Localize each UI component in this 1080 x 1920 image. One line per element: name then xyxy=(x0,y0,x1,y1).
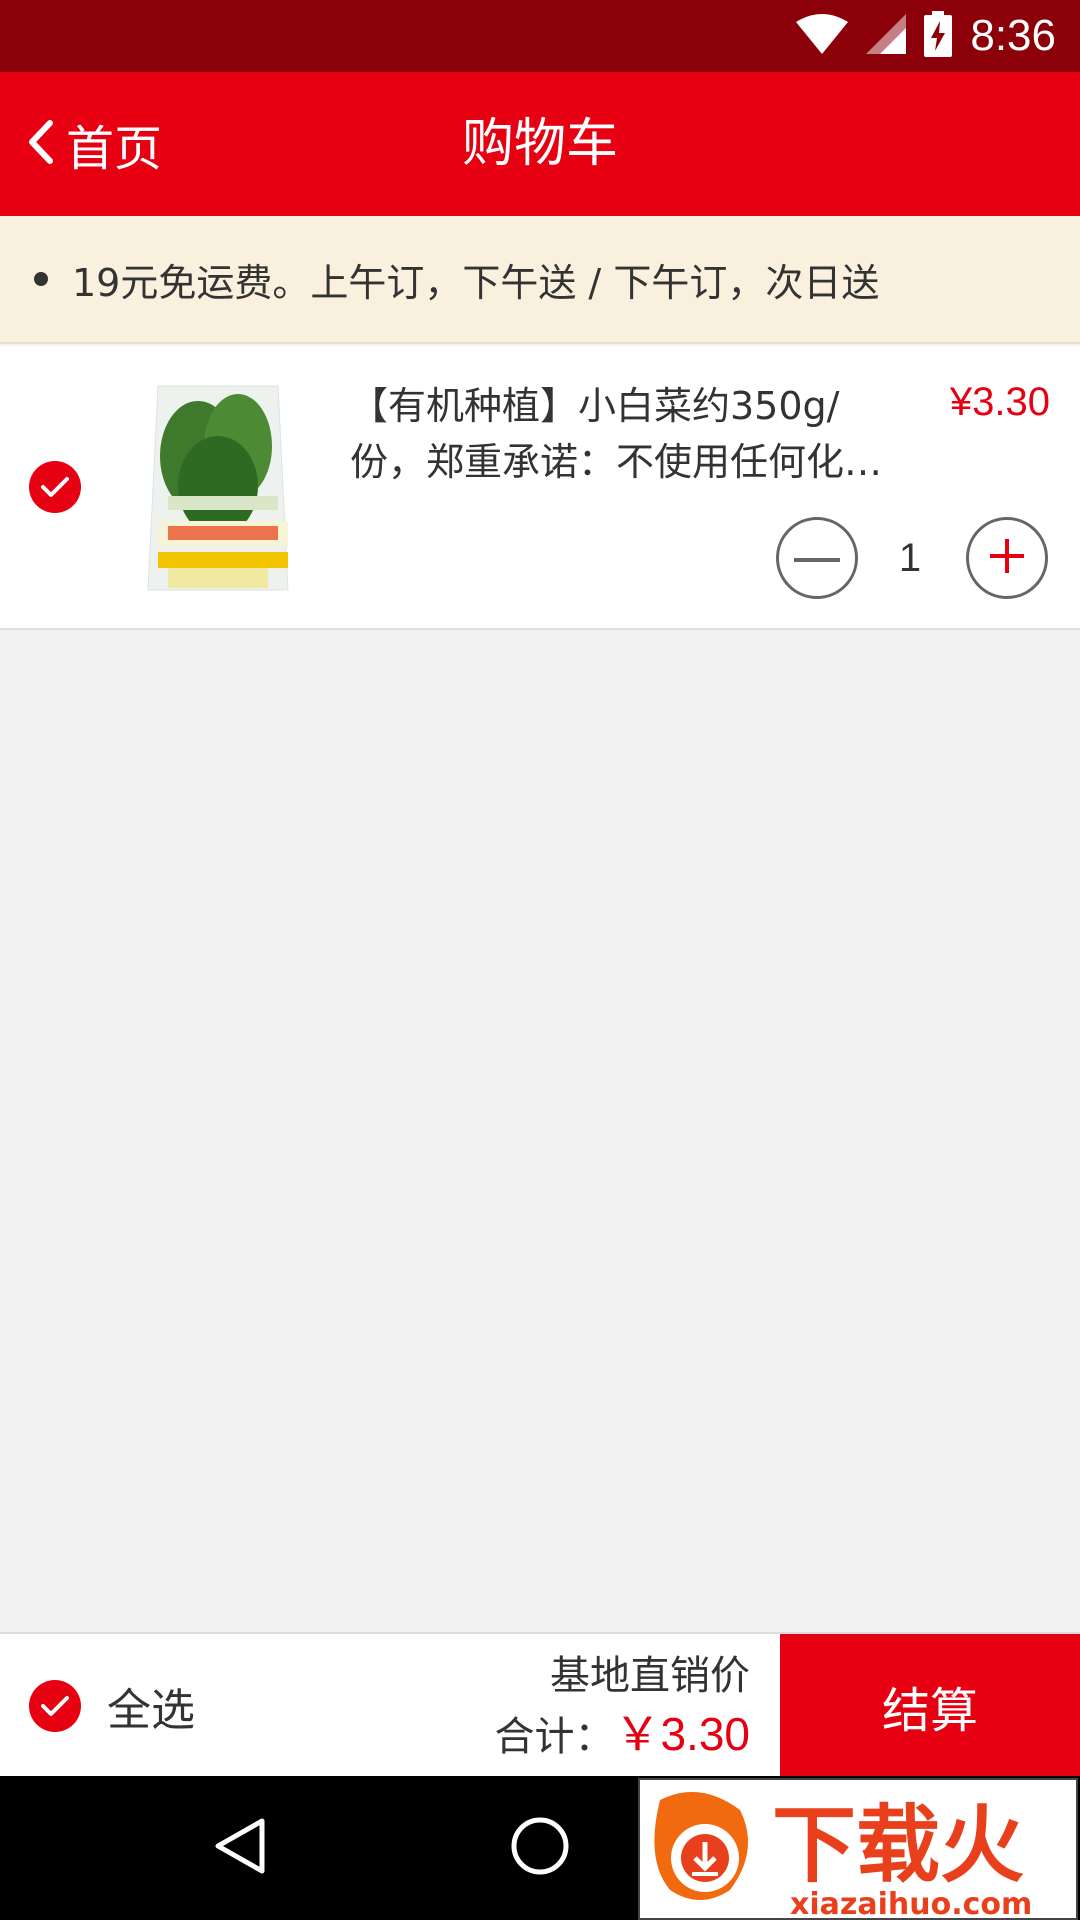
select-all-toggle[interactable]: 全选 xyxy=(29,1634,195,1778)
product-price: ¥3.30 xyxy=(949,380,1050,424)
nav-back-icon xyxy=(214,1817,266,1879)
check-icon xyxy=(29,1680,81,1732)
status-icons: 8:36 xyxy=(796,0,1056,72)
product-thumbnail[interactable] xyxy=(128,376,304,600)
back-chevron-icon xyxy=(26,119,56,169)
back-label: 首页 xyxy=(66,121,163,177)
watermark-logo: 下载火 xiazaihuo.com xyxy=(638,1778,1078,1920)
minus-icon xyxy=(794,549,840,568)
status-time: 8:36 xyxy=(970,11,1056,60)
notice-text: 19元免运费。上午订，下午送 / 下午订，次日送 xyxy=(72,260,880,305)
watermark-brand: 下载火 xyxy=(772,1796,1024,1894)
app-header: 首页 购物车 xyxy=(0,72,1080,216)
increase-quantity-button[interactable] xyxy=(966,517,1048,599)
quantity-value: 1 xyxy=(898,536,922,580)
total-line: 合计：￥3.30 xyxy=(494,1704,750,1767)
shipping-notice: 19元免运费。上午订，下午送 / 下午订，次日送 xyxy=(0,216,1080,344)
order-totals: 基地直销价 合计：￥3.30 xyxy=(494,1648,750,1767)
plus-icon xyxy=(990,539,1024,577)
item-checkbox[interactable] xyxy=(29,461,81,513)
nav-back-button[interactable] xyxy=(180,1776,300,1920)
watermark-url: xiazaihuo.com xyxy=(790,1887,1032,1920)
nav-home-icon xyxy=(510,1816,570,1880)
total-label: 合计： xyxy=(494,1714,615,1760)
decrease-quantity-button[interactable] xyxy=(776,517,858,599)
back-button[interactable]: 首页 xyxy=(26,72,162,216)
status-bar: 8:36 xyxy=(0,0,1080,72)
checkout-button[interactable]: 结算 xyxy=(780,1634,1080,1778)
select-all-label: 全选 xyxy=(107,1685,195,1736)
check-icon xyxy=(29,461,81,513)
bullet-icon xyxy=(34,272,48,286)
product-title[interactable]: 【有机种植】小白菜约350g/份，郑重承诺：不使用任何化学农药 xyxy=(350,378,890,490)
signal-icon xyxy=(866,14,907,58)
cart-summary-bar: 全选 基地直销价 合计：￥3.30 结算 xyxy=(0,1632,1080,1778)
wifi-icon xyxy=(796,14,849,58)
nav-home-button[interactable] xyxy=(480,1776,600,1920)
battery-charging-icon xyxy=(924,11,953,61)
total-value: ￥3.30 xyxy=(614,1708,750,1760)
price-note: 基地直销价 xyxy=(550,1653,750,1699)
